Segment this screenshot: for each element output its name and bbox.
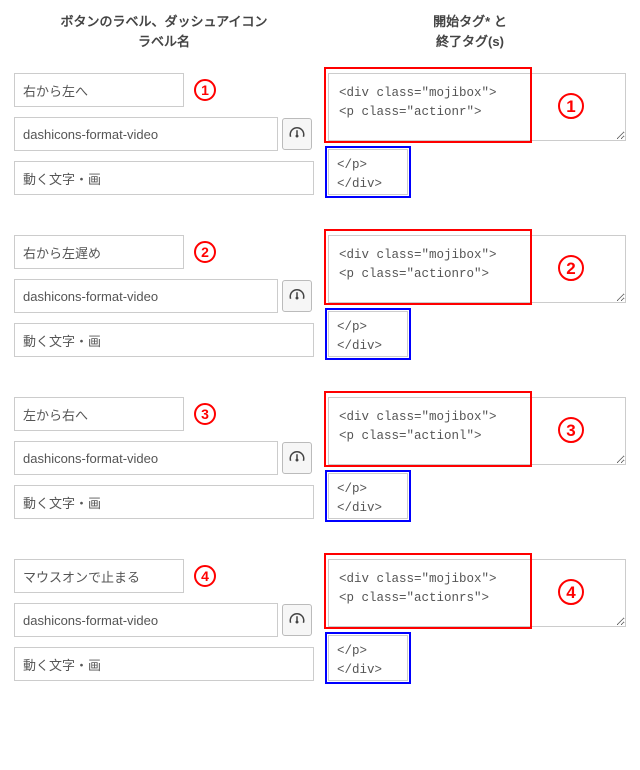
start-tag-wrap: <div class="mojibox"> <p class="actionrs… xyxy=(328,559,626,627)
end-tag-textarea[interactable]: </p> </div> xyxy=(328,149,408,195)
header-right-line2: 終了タグ(s) xyxy=(436,34,504,49)
header-left-line2: ラベル名 xyxy=(138,34,190,49)
dashicon-input[interactable] xyxy=(14,117,278,151)
description-row xyxy=(14,161,314,195)
label-name-input[interactable] xyxy=(14,485,314,519)
gauge-icon xyxy=(288,610,306,631)
left-column: 3 xyxy=(14,397,314,519)
end-tag-wrap: </p> </div> xyxy=(328,635,626,681)
button-label-input[interactable] xyxy=(14,397,184,431)
dashicon-picker-button[interactable] xyxy=(282,118,312,150)
start-tag-wrap: <div class="mojibox"> <p class="actionr"… xyxy=(328,73,626,141)
dashicon-row xyxy=(14,279,314,313)
header-right: 開始タグ* と 終了タグ(s) xyxy=(314,12,626,51)
annotation-number-right: 4 xyxy=(558,579,584,605)
description-row xyxy=(14,485,314,519)
end-tag-textarea[interactable]: </p> </div> xyxy=(328,473,408,519)
gauge-icon xyxy=(288,124,306,145)
annotation-number-left: 4 xyxy=(194,565,216,587)
dashicon-row xyxy=(14,603,314,637)
end-tag-textarea[interactable]: </p> </div> xyxy=(328,311,408,357)
dashicon-row xyxy=(14,441,314,475)
annotation-number-left: 3 xyxy=(194,403,216,425)
annotation-number-left: 2 xyxy=(194,241,216,263)
button-label-input[interactable] xyxy=(14,559,184,593)
dashicon-input[interactable] xyxy=(14,603,278,637)
left-column: 2 xyxy=(14,235,314,357)
right-column: <div class="mojibox"> <p class="actionrs… xyxy=(328,559,626,681)
dashicon-input[interactable] xyxy=(14,279,278,313)
description-row xyxy=(14,323,314,357)
label-row: 2 xyxy=(14,235,314,269)
gauge-icon xyxy=(288,448,306,469)
right-column: <div class="mojibox"> <p class="actionl"… xyxy=(328,397,626,519)
end-tag-textarea[interactable]: </p> </div> xyxy=(328,635,408,681)
gauge-icon xyxy=(288,286,306,307)
label-name-input[interactable] xyxy=(14,647,314,681)
button-label-input[interactable] xyxy=(14,235,184,269)
config-row: 2<div class="mojibox"> <p class="actionr… xyxy=(14,235,626,357)
dashicon-picker-button[interactable] xyxy=(282,280,312,312)
label-name-input[interactable] xyxy=(14,323,314,357)
config-row: 1<div class="mojibox"> <p class="actionr… xyxy=(14,73,626,195)
column-headers: ボタンのラベル、ダッシュアイコン ラベル名 開始タグ* と 終了タグ(s) xyxy=(14,12,626,51)
end-tag-wrap: </p> </div> xyxy=(328,149,626,195)
label-name-input[interactable] xyxy=(14,161,314,195)
header-left: ボタンのラベル、ダッシュアイコン ラベル名 xyxy=(14,12,314,51)
label-row: 4 xyxy=(14,559,314,593)
left-column: 4 xyxy=(14,559,314,681)
button-label-input[interactable] xyxy=(14,73,184,107)
start-tag-wrap: <div class="mojibox"> <p class="actionl"… xyxy=(328,397,626,465)
right-column: <div class="mojibox"> <p class="actionr"… xyxy=(328,73,626,195)
annotation-number-right: 2 xyxy=(558,255,584,281)
annotation-number-right: 3 xyxy=(558,417,584,443)
dashicon-row xyxy=(14,117,314,151)
header-right-line1: 開始タグ* と xyxy=(433,14,507,29)
dashicon-picker-button[interactable] xyxy=(282,442,312,474)
end-tag-wrap: </p> </div> xyxy=(328,311,626,357)
label-row: 1 xyxy=(14,73,314,107)
right-column: <div class="mojibox"> <p class="actionro… xyxy=(328,235,626,357)
header-left-line1: ボタンのラベル、ダッシュアイコン xyxy=(60,14,267,29)
annotation-number-left: 1 xyxy=(194,79,216,101)
end-tag-wrap: </p> </div> xyxy=(328,473,626,519)
dashicon-input[interactable] xyxy=(14,441,278,475)
description-row xyxy=(14,647,314,681)
start-tag-wrap: <div class="mojibox"> <p class="actionro… xyxy=(328,235,626,303)
label-row: 3 xyxy=(14,397,314,431)
annotation-number-right: 1 xyxy=(558,93,584,119)
config-row: 4<div class="mojibox"> <p class="actionr… xyxy=(14,559,626,681)
config-row: 3<div class="mojibox"> <p class="actionl… xyxy=(14,397,626,519)
left-column: 1 xyxy=(14,73,314,195)
dashicon-picker-button[interactable] xyxy=(282,604,312,636)
